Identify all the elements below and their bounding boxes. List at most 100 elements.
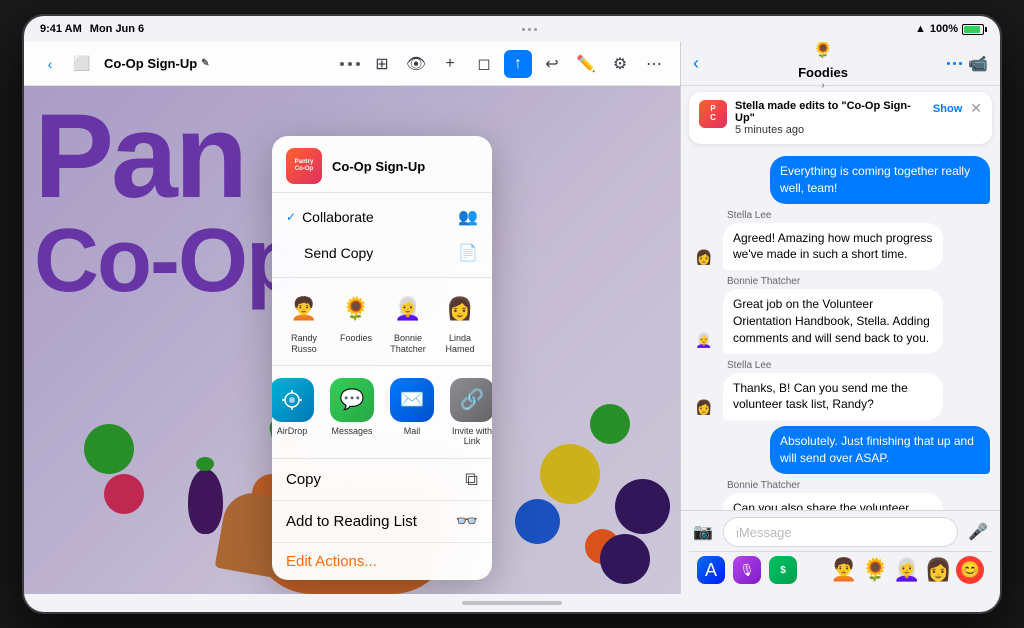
- status-left: 9:41 AM Mon Jun 6: [40, 23, 144, 35]
- person-bonnie[interactable]: 👩‍🦳 BonnieThatcher: [387, 288, 429, 355]
- popup-header: PantryCo-Op Co-Op Sign-Up: [272, 136, 492, 193]
- glasses-icon: 👓: [456, 511, 478, 532]
- popup-doc-icon: PantryCo-Op: [286, 148, 322, 184]
- messages-toolbar: ‹ 🌻 Foodies › 📹: [681, 42, 1000, 86]
- message-row: 👩 Stella Lee Thanks, B! Can you send me …: [691, 360, 990, 421]
- notification-banner: PC Stella made edits to "Co-Op Sign-Up" …: [689, 92, 992, 144]
- person-linda[interactable]: 👩 LindaHamed: [439, 288, 481, 355]
- emoji-4[interactable]: 👩: [925, 557, 952, 583]
- invite-link-app[interactable]: 🔗 Invite withLink: [450, 378, 492, 446]
- share-button[interactable]: ↑: [504, 50, 532, 78]
- foodies-name: Foodies: [340, 333, 372, 344]
- messages-back-button[interactable]: ‹: [693, 53, 699, 74]
- camera-button[interactable]: 📷: [689, 518, 717, 546]
- message-row: Absolutely. Just finishing that up and w…: [691, 426, 990, 474]
- toolbar-icons: ⊞ 👁 + ◻ ↑ ↩ ✏️ ⚙ ⋯: [368, 50, 668, 78]
- edit-actions[interactable]: Edit Actions...: [272, 543, 492, 580]
- airdrop-icon: [272, 378, 314, 422]
- doc-view-button[interactable]: ⬜: [68, 50, 96, 78]
- format-icon[interactable]: ◻: [470, 50, 498, 78]
- sender-name: Bonnie Thatcher: [723, 480, 943, 491]
- time: 9:41 AM: [40, 23, 82, 35]
- status-right: ▲ 100%: [915, 23, 984, 35]
- notif-actions: Show ✕: [933, 100, 982, 117]
- group-avatar: 🌻: [809, 42, 837, 64]
- insert-icon[interactable]: +: [436, 50, 464, 78]
- person-foodies[interactable]: 🌻 Foodies: [335, 288, 377, 355]
- undo-icon[interactable]: ↩: [538, 50, 566, 78]
- back-button[interactable]: ‹: [36, 50, 64, 78]
- airdrop-app[interactable]: AirDrop: [272, 378, 314, 446]
- message-bubble-sent: Everything is coming together really wel…: [770, 156, 990, 204]
- memoji-button[interactable]: 😊: [956, 556, 984, 584]
- battery-pct: 100%: [930, 23, 958, 35]
- sender-name: Stella Lee: [723, 360, 943, 371]
- toolbar-more-dots[interactable]: [340, 62, 360, 66]
- message-bubble-container: Bonnie Thatcher Can you also share the v…: [723, 480, 943, 510]
- mic-button[interactable]: 🎤: [964, 518, 992, 546]
- message-row: 👩‍🦳 Bonnie Thatcher Can you also share t…: [691, 480, 990, 510]
- popup-doc-title: Co-Op Sign-Up: [332, 159, 425, 174]
- checkmark-icon: ✓: [286, 210, 296, 224]
- message-bubble-sent: Absolutely. Just finishing that up and w…: [770, 426, 990, 474]
- settings-icon[interactable]: ⚙: [606, 50, 634, 78]
- view-icon[interactable]: 👁: [402, 50, 430, 78]
- message-bubble-received: Great job on the Volunteer Orientation H…: [723, 289, 943, 353]
- emoji-3[interactable]: 👩‍🦳: [893, 557, 920, 583]
- app-store-button[interactable]: A: [697, 556, 725, 584]
- doc-content: Pan Co-Op: [24, 86, 680, 594]
- copy-doc-icon: 📄: [458, 243, 478, 263]
- message-bubble-container: Stella Lee Thanks, B! Can you send me th…: [723, 360, 943, 421]
- collaborate-option[interactable]: ✓ Collaborate 👥: [272, 199, 492, 235]
- mail-label: Mail: [404, 426, 421, 436]
- copy-action[interactable]: Copy ⧉: [272, 459, 492, 501]
- input-row: 📷 iMessage 🎤: [689, 517, 992, 547]
- messages-more-button[interactable]: [947, 54, 962, 74]
- zoom-icon[interactable]: ⊞: [368, 50, 396, 78]
- message-input[interactable]: iMessage: [723, 517, 958, 547]
- messages-app[interactable]: 💬 Messages: [330, 378, 374, 446]
- apps-row: AirDrop 💬 Messages ✉️ Mail 🔗 Invite: [272, 366, 492, 459]
- copy-icon: ⧉: [465, 469, 478, 490]
- home-indicator: [24, 594, 1000, 612]
- messages-label: Messages: [331, 426, 372, 436]
- emoji-2[interactable]: 🌻: [862, 557, 889, 583]
- date: Mon Jun 6: [90, 23, 144, 35]
- battery-tip: [985, 27, 987, 32]
- cash-button[interactable]: $: [769, 556, 797, 584]
- send-copy-option[interactable]: Send Copy 📄: [272, 235, 492, 271]
- home-bar[interactable]: [462, 601, 562, 605]
- mail-app[interactable]: ✉️ Mail: [390, 378, 434, 446]
- person-group-icon: 👥: [458, 207, 478, 227]
- linda-name: LindaHamed: [445, 333, 474, 355]
- messages-scroll[interactable]: Everything is coming together really wel…: [681, 150, 1000, 510]
- notif-show-button[interactable]: Show: [933, 103, 962, 115]
- messages-toolbar-icons: 📹: [947, 54, 988, 74]
- notif-close-button[interactable]: ✕: [970, 100, 982, 117]
- stella-avatar: 👩: [691, 244, 717, 270]
- messages-title: 🌻 Foodies ›: [707, 42, 939, 91]
- randy-avatar: 🧑‍🦱: [283, 288, 325, 330]
- emoji-1[interactable]: 🧑‍🦱: [830, 557, 857, 583]
- battery-fill: [964, 26, 980, 33]
- message-row: Everything is coming together really wel…: [691, 156, 990, 204]
- message-bubble-container: Bonnie Thatcher Great job on the Volunte…: [723, 276, 943, 353]
- message-bubble-container: Everything is coming together really wel…: [770, 156, 990, 204]
- sender-name: Bonnie Thatcher: [723, 276, 943, 287]
- notif-title: Stella made edits to "Co-Op Sign-Up": [735, 100, 925, 124]
- reading-list-action[interactable]: Add to Reading List 👓: [272, 501, 492, 543]
- popup-collab-section: ✓ Collaborate 👥 Send Copy 📄: [272, 193, 492, 278]
- podcast-button[interactable]: 🎙: [733, 556, 761, 584]
- facetime-button[interactable]: 📹: [968, 54, 988, 74]
- stella-avatar2: 👩: [691, 394, 717, 420]
- pencil-icon[interactable]: ✏️: [572, 50, 600, 78]
- copy-label: Copy: [286, 471, 321, 488]
- imessage-placeholder: iMessage: [736, 525, 792, 540]
- bonnie-avatar: 👩‍🦳: [387, 288, 429, 330]
- extra-icon[interactable]: ⋯: [640, 50, 668, 78]
- person-randy[interactable]: 🧑‍🦱 RandyRusso: [283, 288, 325, 355]
- pages-panel: ‹ ⬜ Co-Op Sign-Up ✎ ⊞ 👁 + ◻: [24, 42, 680, 594]
- edit-actions-label: Edit Actions...: [286, 553, 377, 570]
- message-bubble-container: Absolutely. Just finishing that up and w…: [770, 426, 990, 474]
- messages-panel: ‹ 🌻 Foodies › 📹 PC: [680, 42, 1000, 594]
